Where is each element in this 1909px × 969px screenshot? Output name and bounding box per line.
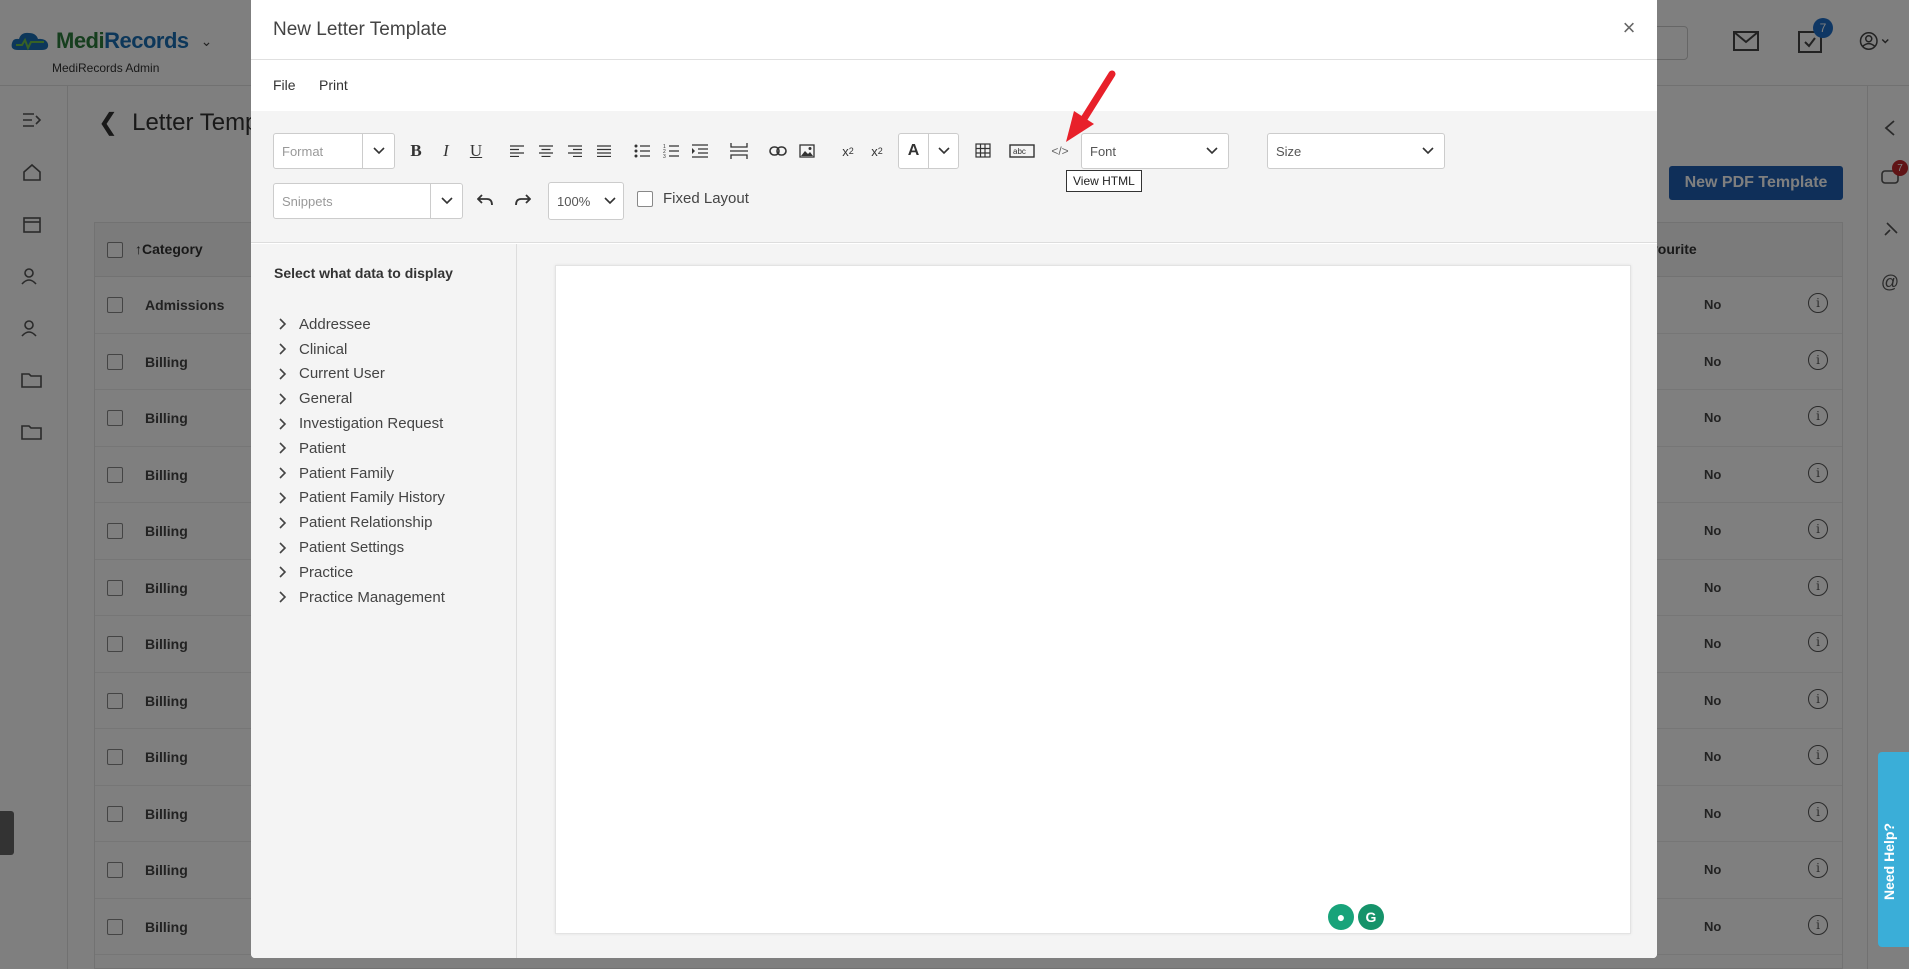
align-justify-icon[interactable] [591,138,617,164]
chevron-right-icon [279,368,289,380]
modal-header: New Letter Template × [251,0,1657,60]
side-tab[interactable] [0,811,14,855]
subscript-icon[interactable]: x2 [835,138,861,164]
tree-item[interactable]: Patient Settings [279,535,445,560]
chevron-right-icon [279,343,289,355]
document-canvas[interactable] [555,265,1631,934]
new-letter-template-modal: New Letter Template × File Print Format … [251,0,1657,958]
data-field-tree: Addressee Clinical Current User General Inve… [279,312,445,610]
close-icon[interactable]: × [1619,17,1639,39]
chevron-right-icon [279,566,289,578]
editor-menubar: File Print [251,61,1657,111]
chevron-right-icon [279,492,289,504]
data-field-sidebar: Select what data to display Addressee Cli… [251,244,517,958]
tree-item[interactable]: Patient Family History [279,486,445,511]
format-placeholder: Format [282,143,324,159]
lightbulb-icon[interactable]: ● [1328,904,1354,930]
view-html-tooltip: View HTML [1066,170,1142,192]
tree-item-label: Practice Management [299,588,445,606]
tree-item-label: Patient Family [299,464,395,482]
tree-item[interactable]: Patient [279,436,445,461]
tree-item[interactable]: Patient Family [279,461,445,486]
tree-item[interactable]: Addressee [279,312,445,337]
link-icon[interactable] [765,138,791,164]
page-break-icon[interactable] [726,138,752,164]
image-icon[interactable] [794,138,820,164]
fixed-layout-toggle[interactable]: Fixed Layout [637,190,749,207]
svg-text:abc: abc [1013,147,1026,156]
chevron-down-icon [1412,134,1444,168]
chevron-down-icon [362,134,394,168]
snippets-placeholder: Snippets [282,193,333,209]
redo-icon[interactable] [510,187,536,213]
size-select[interactable]: Size [1267,133,1445,169]
tree-item[interactable]: General [279,386,445,411]
superscript-icon[interactable]: x2 [864,138,890,164]
chevron-down-icon [1196,134,1228,168]
editor-area [517,244,1657,958]
size-placeholder: Size [1276,143,1302,159]
tree-item-label: Practice [299,563,354,581]
tree-item-label: Clinical [299,340,348,358]
align-center-icon[interactable] [533,138,559,164]
zoom-select[interactable]: 100% [548,182,624,220]
indent-icon[interactable] [687,138,713,164]
chevron-right-icon [279,467,289,479]
grammarly-icon[interactable]: G [1358,904,1384,930]
need-help-label: Need Help? [1881,822,1897,900]
chevron-right-icon [279,541,289,554]
font-select[interactable]: Font [1081,133,1229,169]
snippets-select[interactable]: Snippets [273,183,463,219]
italic-button[interactable]: I [433,138,459,164]
undo-icon[interactable] [472,187,498,213]
tree-item-label: Investigation Request [299,415,444,433]
fixed-layout-checkbox[interactable] [637,190,653,207]
tree-item-label: Addressee [299,315,371,333]
tree-item-label: Patient Relationship [299,514,433,532]
chevron-right-icon [279,591,289,603]
sidebar-title: Select what data to display [274,265,453,281]
tree-item[interactable]: Practice Management [279,585,445,610]
tree-item-label: General [299,390,353,408]
chevron-right-icon [279,318,289,330]
numbered-list-icon[interactable]: 123 [658,138,684,164]
chevron-right-icon [279,517,289,529]
table-icon[interactable] [971,138,997,164]
chevron-right-icon [279,418,289,430]
editor-toolbar: Format B I U 123 x2 x2 A abc </> Font Si… [251,111,1657,243]
modal-title: New Letter Template [273,19,447,40]
font-placeholder: Font [1090,143,1117,159]
tree-item[interactable]: Practice [279,560,445,585]
format-select[interactable]: Format [273,133,395,169]
tree-item-label: Current User [299,365,385,383]
grammar-assist: ● G [1328,904,1384,930]
align-left-icon[interactable] [504,138,530,164]
tree-item[interactable]: Investigation Request [279,411,445,436]
tree-item-label: Patient Settings [299,539,405,557]
zoom-value: 100% [557,193,591,209]
svg-text:3: 3 [663,154,666,158]
form-field-icon[interactable]: abc [1007,138,1037,164]
chevron-right-icon [279,442,289,454]
font-color-picker[interactable]: A [898,133,959,169]
tree-item-label: Patient Family History [299,489,445,507]
view-html-icon[interactable]: </> [1047,138,1073,164]
bold-button[interactable]: B [403,138,429,164]
bullet-list-icon[interactable] [629,138,655,164]
align-right-icon[interactable] [562,138,588,164]
chevron-down-icon [430,184,462,218]
font-color-icon[interactable]: A [899,134,929,168]
chevron-down-icon [597,183,623,219]
menu-file[interactable]: File [273,77,296,93]
chevron-right-icon [279,393,289,405]
tree-item[interactable]: Clinical [279,337,445,362]
fixed-layout-label: Fixed Layout [663,190,749,207]
menu-print[interactable]: Print [319,77,348,93]
tree-item[interactable]: Patient Relationship [279,510,445,535]
underline-button[interactable]: U [463,138,489,164]
tree-item-label: Patient [299,439,346,457]
chevron-down-icon[interactable] [929,134,958,168]
tree-item[interactable]: Current User [279,362,445,387]
